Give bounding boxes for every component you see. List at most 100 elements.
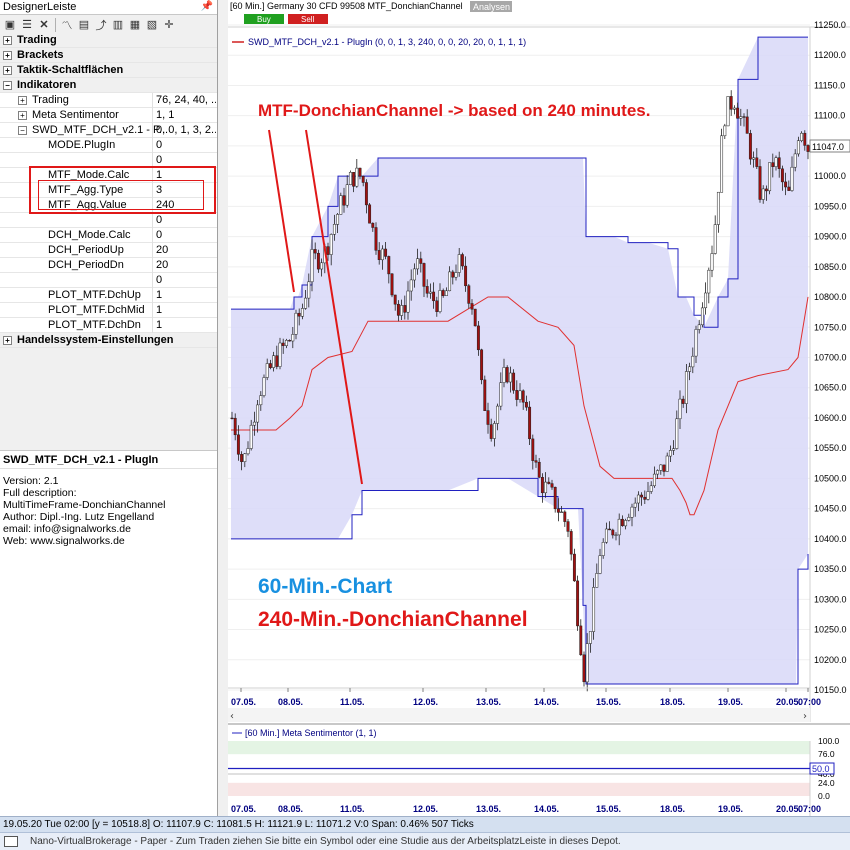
last-price: 11047.0 <box>812 142 844 152</box>
grid-icon[interactable]: ▦ <box>127 17 143 33</box>
property-name: Trading <box>32 94 69 106</box>
candle-body <box>643 496 647 500</box>
property-row[interactable]: + Meta Sentimentor 1, 1 <box>0 108 217 123</box>
property-row[interactable]: PLOT_MTF.DchDn 1 <box>0 318 217 333</box>
sub-y-tick-label: 100.0 <box>818 736 840 746</box>
toolbar-separator <box>55 17 56 32</box>
property-row[interactable]: PLOT_MTF.DchUp 1 <box>0 288 217 303</box>
crosshair-icon[interactable]: ✛ <box>161 17 177 33</box>
candle-body <box>361 176 365 183</box>
property-row[interactable]: + Trading 76, 24, 40, ... <box>0 93 217 108</box>
chart-window[interactable]: [60 Min.] Germany 30 CFD 99508 MTF_Donch… <box>228 0 850 816</box>
property-value[interactable]: 1 <box>156 288 216 302</box>
property-value[interactable]: 1 <box>156 318 216 332</box>
sub-x-tick-label: 19.05. <box>718 804 743 814</box>
expand-icon[interactable]: + <box>3 66 12 75</box>
table-icon[interactable]: ▧ <box>144 17 160 33</box>
expand-icon[interactable]: + <box>18 111 27 120</box>
expand-icon[interactable]: + <box>3 51 12 60</box>
expand-icon[interactable]: + <box>18 96 27 105</box>
x-tick-label: 14.05. <box>534 697 559 707</box>
property-value[interactable]: 1, 1 <box>156 108 216 122</box>
candle-body <box>748 133 752 160</box>
price-axis[interactable]: 11250.011200.011150.011100.011050.011000… <box>814 20 847 695</box>
candle-body <box>403 305 407 313</box>
candle-body <box>387 256 391 275</box>
property-value[interactable]: 20 <box>156 258 216 272</box>
property-category[interactable]: + Brackets <box>0 48 217 63</box>
pin-icon[interactable]: 📌 <box>201 0 213 14</box>
compare-icon[interactable]: ⤴ <box>93 17 109 33</box>
property-value[interactable]: 0 <box>156 138 216 152</box>
chart-canvas[interactable]: [60 Min.] Germany 30 CFD 99508 MTF_Donch… <box>228 0 850 816</box>
panel-title-bar: DesignerLeiste 📌 <box>0 0 217 15</box>
candle-body <box>675 418 679 449</box>
expand-icon[interactable]: + <box>3 36 12 45</box>
property-value[interactable]: 0 <box>156 273 216 287</box>
horizontal-scrollbar[interactable] <box>228 708 810 722</box>
new-icon[interactable]: ▣ <box>2 17 18 33</box>
time-axis[interactable]: 07.05. 08.05. 11.05. 12.05. 13.05. 14.05. 15.0… <box>231 688 821 707</box>
y-tick-label: 10700.0 <box>814 353 847 363</box>
property-category[interactable]: − Indikatoren <box>0 78 217 93</box>
candle-body <box>774 157 778 167</box>
chart-title: [60 Min.] Germany 30 CFD 99508 MTF_Donch… <box>230 1 463 11</box>
description-label: Full description: <box>3 487 77 499</box>
delete-icon[interactable]: ✕ <box>36 17 52 33</box>
x-tick-label: 12.05. <box>413 697 438 707</box>
list-icon[interactable]: ☰ <box>19 17 35 33</box>
candle-body <box>713 224 717 254</box>
candle-body <box>310 249 314 283</box>
property-value[interactable]: 0 <box>156 153 216 167</box>
property-value[interactable]: 0 <box>156 213 216 227</box>
candle-body <box>393 294 397 305</box>
property-value[interactable]: 0, 0, 1, 3, 2... <box>156 123 216 137</box>
candle-body <box>416 258 420 270</box>
y-tick-label: 10350.0 <box>814 564 847 574</box>
candle-body <box>771 162 775 167</box>
collapse-icon[interactable]: − <box>3 81 12 90</box>
chart-icon[interactable]: ▤ <box>76 17 92 33</box>
candle-body <box>262 377 266 396</box>
candle-body <box>400 305 404 316</box>
property-category[interactable]: + Trading <box>0 33 217 48</box>
candle-body <box>595 573 599 588</box>
candle-body <box>249 424 253 449</box>
property-row[interactable]: − SWD_MTF_DCH_v2.1 - P... 0, 0, 1, 3, 2... <box>0 123 217 138</box>
property-value[interactable]: 20 <box>156 243 216 257</box>
candle-body <box>268 363 272 368</box>
column-divider <box>152 93 153 108</box>
candle-body <box>524 401 528 408</box>
property-row[interactable]: 0 <box>0 273 217 288</box>
indicator-icon[interactable]: 〽 <box>59 17 75 33</box>
y-tick-label: 11200.0 <box>814 50 846 60</box>
property-value[interactable]: 1 <box>156 303 216 317</box>
bars-icon[interactable]: ▥ <box>110 17 126 33</box>
scroll-right-icon[interactable]: › <box>803 711 807 722</box>
expand-icon[interactable]: + <box>3 336 12 345</box>
property-row[interactable]: MODE.PlugIn 0 <box>0 138 217 153</box>
candle-body <box>761 188 765 200</box>
candle-body <box>233 417 237 436</box>
property-value[interactable]: 76, 24, 40, ... <box>156 93 216 107</box>
highlight-box-inner <box>38 180 204 210</box>
scroll-left-icon[interactable]: ‹ <box>230 711 234 722</box>
depot-icon[interactable] <box>4 836 18 847</box>
y-tick-label: 10950.0 <box>814 201 847 211</box>
property-row[interactable]: DCH_PeriodUp 20 <box>0 243 217 258</box>
y-tick-label: 10400.0 <box>814 534 847 544</box>
property-row[interactable]: DCH_Mode.Calc 0 <box>0 228 217 243</box>
x-tick-label: 07:00 <box>798 697 821 707</box>
candle-body <box>284 340 288 346</box>
property-value[interactable]: 0 <box>156 228 216 242</box>
property-category[interactable]: + Taktik-Schaltflächen <box>0 63 217 78</box>
candle-body <box>745 116 749 134</box>
candle-body <box>662 464 666 472</box>
property-category[interactable]: + Handelssystem-Einstellungen <box>0 333 217 348</box>
candle-body <box>230 417 234 420</box>
candle-body <box>579 625 583 656</box>
property-row[interactable]: PLOT_MTF.DchMid 1 <box>0 303 217 318</box>
property-row[interactable]: 0 <box>0 213 217 228</box>
collapse-icon[interactable]: − <box>18 126 27 135</box>
property-row[interactable]: DCH_PeriodDn 20 <box>0 258 217 273</box>
